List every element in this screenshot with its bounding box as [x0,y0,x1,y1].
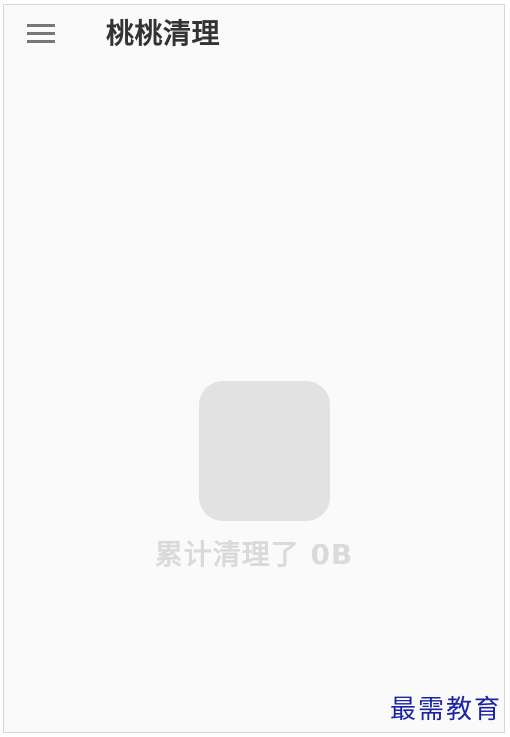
hamburger-menu-icon [27,24,55,43]
app-bar: 桃桃清理 [4,5,504,67]
cleaned-total-text: 累计清理了 0B [154,538,354,571]
watermark: 最需教育 [389,695,502,725]
app-placeholder-icon [199,381,330,521]
app-title: 桃桃清理 [106,17,221,50]
app-screen: 桃桃清理 累计清理了 0B [3,4,505,733]
menu-button[interactable] [24,19,58,49]
